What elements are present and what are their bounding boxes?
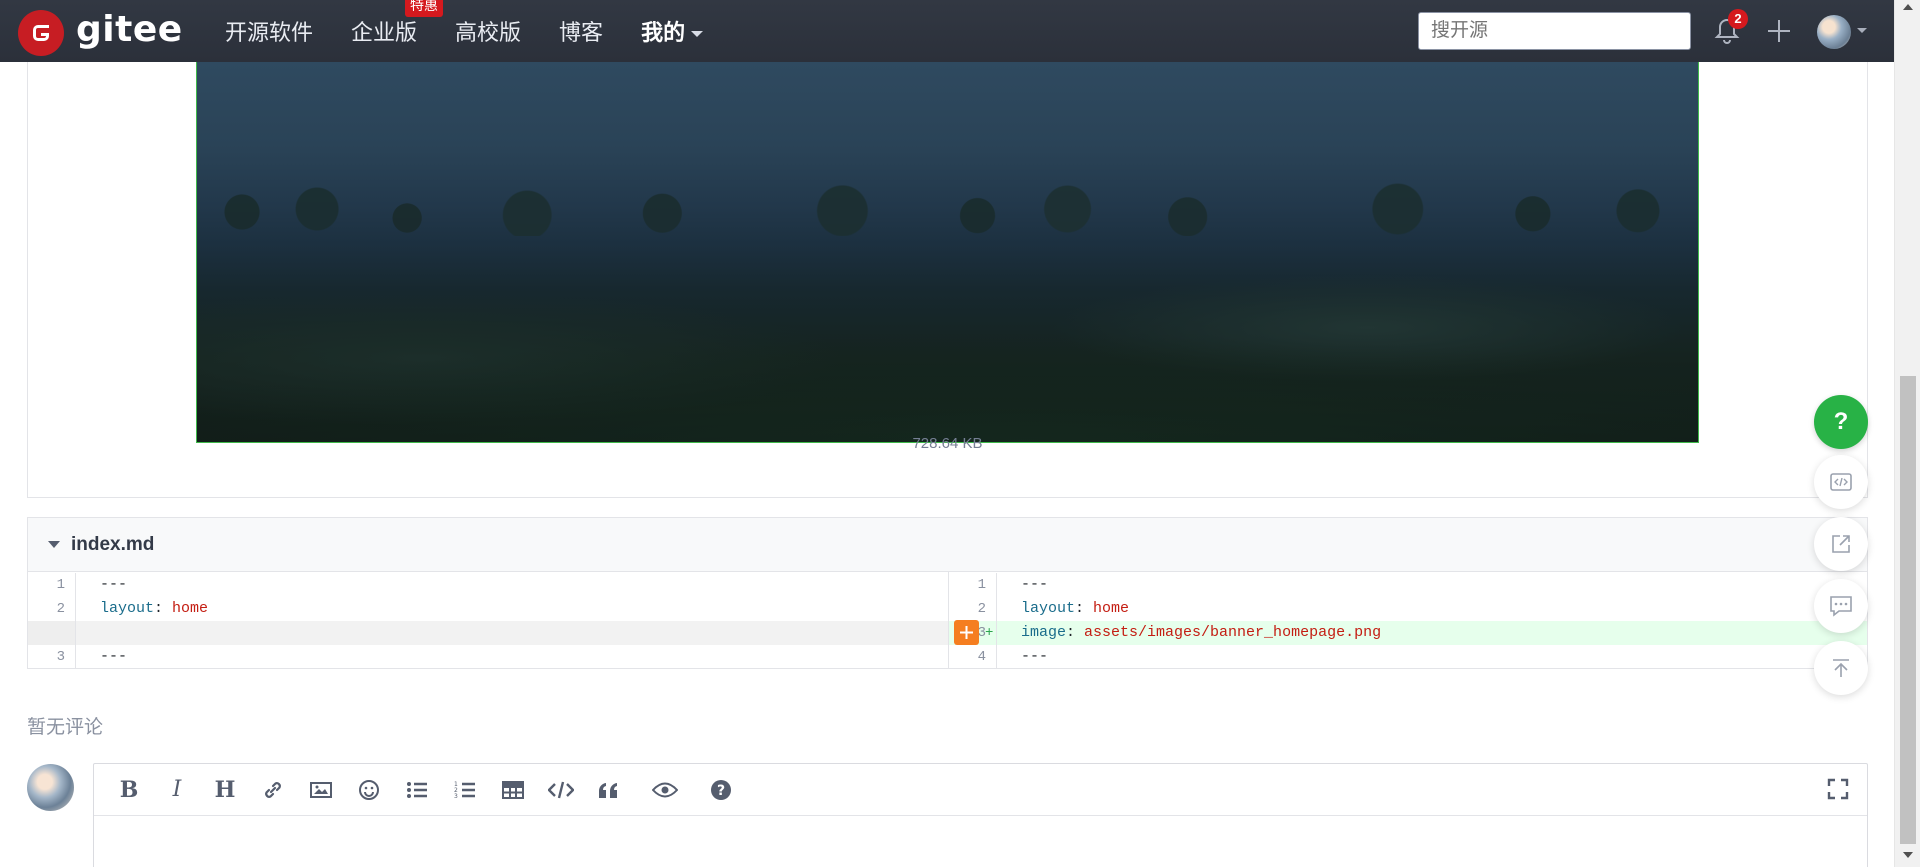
add-line-comment-button[interactable]: [954, 620, 979, 645]
notification-count-badge: 2: [1728, 9, 1748, 29]
bold-icon[interactable]: B: [116, 777, 142, 803]
line-number[interactable]: 4: [949, 645, 997, 669]
yaml-separator: :: [1066, 624, 1085, 641]
diff-line: 2 layout: home: [949, 597, 1867, 621]
yaml-key: image: [1021, 624, 1067, 641]
gitee-logo-icon: [18, 10, 64, 56]
diff-file-header[interactable]: index.md: [28, 518, 1867, 572]
line-number[interactable]: 1: [949, 573, 997, 597]
logo-text: gitee: [76, 8, 183, 50]
user-avatar[interactable]: [1817, 15, 1851, 49]
italic-icon[interactable]: I: [164, 777, 190, 803]
yaml-key: layout: [1021, 600, 1076, 617]
gitee-logo[interactable]: gitee: [18, 8, 183, 56]
main-nav: 开源软件 企业版 特惠 高校版 博客 我的: [225, 0, 741, 62]
diff-line: 4 ---: [949, 645, 1867, 669]
scroll-thumb[interactable]: [1900, 376, 1916, 844]
svg-text:3: 3: [454, 793, 458, 800]
code-line: ---: [1021, 576, 1049, 593]
added-line-marker: +: [985, 625, 994, 641]
nav-enterprise-label: 企业版: [351, 20, 418, 45]
code-line: layout: home: [76, 597, 208, 621]
diff-line: 2 layout: home: [28, 597, 948, 621]
top-navbar: gitee 开源软件 企业版 特惠 高校版 博客 我的 2: [0, 0, 1894, 62]
line-number[interactable]: 3: [28, 645, 76, 669]
editor-toolbar: B I H 123 ?: [94, 764, 1867, 816]
diff-right-side: 1 --- 2 layout: home 3 + image: assets/i…: [948, 572, 1867, 669]
avatar-chevron-down-icon[interactable]: [1857, 28, 1867, 33]
numbered-list-icon[interactable]: 123: [452, 777, 478, 803]
yaml-key: layout: [100, 600, 155, 617]
code-line: layout: home: [997, 597, 1129, 621]
scroll-up-arrow-icon[interactable]: [1903, 4, 1913, 10]
search-box[interactable]: [1418, 12, 1691, 50]
page-scrollbar[interactable]: [1894, 0, 1920, 867]
file-diff-panel: index.md 1 --- 2 layout: home 3 --- 1 --…: [27, 517, 1868, 669]
table-icon[interactable]: [500, 777, 526, 803]
diff-line: 1 ---: [28, 573, 948, 597]
yaml-value: home: [1093, 600, 1130, 617]
image-icon[interactable]: [308, 777, 334, 803]
no-comments-text: 暂无评论: [27, 717, 104, 738]
bullet-list-icon[interactable]: [404, 777, 430, 803]
nav-blog[interactable]: 博客: [559, 15, 603, 47]
code-line: ---: [100, 648, 128, 665]
back-to-top-float-button[interactable]: [1814, 641, 1868, 695]
chevron-down-icon: [691, 31, 704, 38]
diff-left-side: 1 --- 2 layout: home 3 ---: [28, 572, 948, 669]
diff-line-empty: [28, 621, 948, 645]
yaml-value: home: [172, 600, 209, 617]
diff-line: 1 ---: [949, 573, 1867, 597]
yaml-separator: :: [1075, 600, 1094, 617]
link-icon[interactable]: [260, 777, 286, 803]
quote-icon[interactable]: [596, 777, 622, 803]
line-number[interactable]: 1: [28, 573, 76, 597]
banner-image-preview: [196, 60, 1699, 443]
code-embed-float-button[interactable]: [1814, 455, 1868, 509]
nav-mine-dropdown[interactable]: 我的: [641, 15, 704, 47]
diff-line: 3 ---: [28, 645, 948, 669]
heading-icon[interactable]: H: [212, 777, 238, 803]
emoji-icon[interactable]: [356, 777, 382, 803]
help-icon[interactable]: ?: [708, 777, 734, 803]
diff-split-view: 1 --- 2 layout: home 3 --- 1 --- 2 layou…: [28, 572, 1867, 669]
line-number[interactable]: 2: [28, 597, 76, 621]
scroll-down-arrow-icon[interactable]: [1903, 852, 1913, 858]
collapse-triangle-icon[interactable]: [48, 541, 60, 548]
plus-icon: [960, 626, 973, 639]
diff-filename[interactable]: index.md: [71, 534, 154, 556]
commenter-avatar: [27, 764, 74, 811]
preview-icon[interactable]: [652, 777, 678, 803]
line-number: [28, 621, 76, 645]
code-line: image: assets/images/banner_homepage.png: [997, 621, 1381, 645]
nav-mine-label: 我的: [641, 20, 686, 45]
fullscreen-icon[interactable]: [1827, 778, 1849, 800]
nav-open-source[interactable]: 开源软件: [225, 15, 313, 47]
share-icon: [1832, 535, 1850, 553]
comment-icon: [1830, 596, 1852, 617]
image-file-size: 728.64 KB: [912, 435, 983, 452]
code-line: ---: [100, 576, 128, 593]
image-diff-panel: 728.64 KB: [27, 40, 1868, 498]
svg-text:?: ?: [717, 783, 725, 799]
help-float-button[interactable]: ?: [1814, 395, 1868, 449]
code-embed-icon: [1830, 473, 1852, 491]
forest-treeline: [197, 176, 1698, 236]
share-float-button[interactable]: [1814, 517, 1868, 571]
diff-line-added: 3 + image: assets/images/banner_homepage…: [949, 621, 1867, 645]
search-input[interactable]: [1431, 13, 1690, 49]
comment-editor[interactable]: B I H 123 ?: [93, 763, 1868, 867]
code-line: ---: [1021, 648, 1049, 665]
comment-float-button[interactable]: [1814, 579, 1868, 633]
yaml-separator: :: [154, 600, 173, 617]
promo-badge: 特惠: [405, 0, 444, 17]
create-plus-icon[interactable]: [1764, 16, 1794, 46]
nav-university[interactable]: 高校版: [455, 15, 521, 47]
code-icon[interactable]: [548, 777, 574, 803]
nav-enterprise[interactable]: 企业版 特惠: [351, 0, 444, 47]
line-number[interactable]: 2: [949, 597, 997, 621]
yaml-value: assets/images/banner_homepage.png: [1084, 624, 1382, 641]
arrow-up-icon: [1833, 659, 1849, 677]
